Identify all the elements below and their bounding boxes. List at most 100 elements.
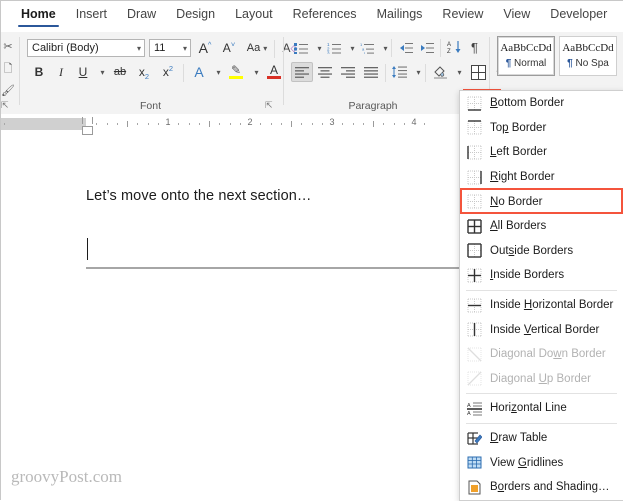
style-name: ¶ No Spa — [567, 58, 609, 69]
menu-item-borders-and-shading[interactable]: Borders and Shading… — [460, 475, 623, 500]
grow-font-button[interactable]: A ^ — [195, 38, 215, 58]
tab-review[interactable]: Review — [432, 1, 493, 26]
border-left-icon — [467, 145, 482, 160]
menu-item-top-border[interactable]: Top Border — [460, 116, 623, 141]
italic-button[interactable]: I — [51, 62, 71, 82]
ruler-tick — [157, 123, 159, 125]
format-painter-icon[interactable]: 🖌 — [1, 84, 15, 98]
tab-draw[interactable]: Draw — [117, 1, 166, 26]
menu-item-inside-horizontal-border[interactable]: Inside Horizontal Border — [460, 293, 623, 318]
ruler-left-margin — [1, 118, 86, 130]
ruler-number: 3 — [329, 117, 335, 127]
menu-item-no-border[interactable]: No Border — [460, 189, 623, 214]
ruler-tick — [127, 121, 128, 127]
menu-item-view-gridlines[interactable]: View Gridlines — [460, 450, 623, 475]
align-left-button[interactable] — [291, 62, 313, 82]
tab-design[interactable]: Design — [166, 1, 225, 26]
font-size-box[interactable]: 11 ▾ — [149, 39, 191, 57]
border-bottom-icon — [467, 96, 482, 111]
tab-home[interactable]: Home — [11, 1, 66, 27]
left-indent-marker[interactable] — [82, 126, 93, 135]
numbering-button[interactable]: 123 — [324, 38, 344, 58]
ruler-tick — [280, 123, 282, 125]
cut-icon[interactable]: ✂ — [1, 40, 15, 54]
menu-item-bottom-border[interactable]: Bottom Border — [460, 91, 623, 116]
tab-references[interactable]: References — [283, 1, 367, 26]
tab-view[interactable]: View — [493, 1, 540, 26]
style-tile-normal[interactable]: AaBbCcDd ¶ Normal — [497, 36, 555, 76]
clipboard-dialog-launcher[interactable]: ⇱ — [1, 100, 12, 111]
strikethrough-button[interactable]: ab — [109, 62, 131, 82]
increase-indent-button[interactable] — [417, 38, 437, 58]
menu-item-label: Outside Borders — [490, 244, 574, 257]
justify-button[interactable] — [360, 62, 382, 82]
ruler-tick — [198, 123, 200, 125]
menu-item-inside-vertical-border[interactable]: Inside Vertical Border — [460, 317, 623, 342]
menu-item-horizontal-line[interactable]: A A Horizontal Line — [460, 396, 623, 421]
superscript-button[interactable]: x2 — [157, 62, 179, 82]
menu-item-label: Top Border — [490, 121, 547, 134]
tab-insert[interactable]: Insert — [66, 1, 117, 26]
svg-text:3: 3 — [327, 51, 330, 54]
ruler-tick — [178, 123, 180, 125]
subscript-button[interactable]: x2 — [133, 62, 155, 82]
bullets-button[interactable] — [291, 38, 311, 58]
tab-mailings[interactable]: Mailings — [367, 1, 433, 26]
menu-item-left-border[interactable]: Left Border — [460, 140, 623, 165]
text-effects-button[interactable]: A — [189, 62, 209, 82]
font-name-box[interactable]: Calibri (Body) ▾ — [27, 39, 145, 57]
ruler-tick — [188, 123, 190, 125]
shrink-font-button[interactable]: A ˅ — [219, 38, 239, 58]
bold-button[interactable]: B — [29, 62, 49, 82]
tab-layout[interactable]: Layout — [225, 1, 283, 26]
font-color-button[interactable]: A — [263, 62, 285, 82]
menu-item-label: Inside Horizontal Border — [490, 299, 614, 312]
copy-icon[interactable]: 🗋 — [1, 62, 15, 76]
line-spacing-button[interactable] — [389, 62, 409, 82]
menu-item-label: Left Border — [490, 146, 547, 159]
style-tile-no-spacing[interactable]: AaBbCcDd ¶ No Spa — [559, 36, 617, 76]
ruler-number: 1 — [165, 117, 171, 127]
group-separator — [283, 37, 284, 105]
ruler-tick — [137, 123, 139, 125]
first-line-indent-marker[interactable] — [82, 117, 93, 124]
multilevel-list-dropdown-arrow[interactable]: ▾ — [376, 38, 395, 58]
borders-button[interactable] — [467, 61, 489, 83]
decrease-indent-button[interactable] — [396, 38, 416, 58]
draw-table-icon — [467, 431, 483, 446]
bold-label: B — [34, 65, 44, 79]
ruler-tick — [311, 123, 313, 125]
multilevel-list-button[interactable]: 1ai — [357, 38, 377, 58]
show-formatting-marks-button[interactable]: ¶ — [465, 37, 484, 57]
ruler-tick — [147, 123, 149, 125]
change-case-button[interactable]: Aa ▾ — [243, 38, 271, 58]
menu-item-all-borders[interactable]: All Borders — [460, 214, 623, 239]
tab-developer[interactable]: Developer — [540, 1, 617, 26]
ruler-tick — [362, 123, 364, 125]
align-center-button[interactable] — [314, 62, 336, 82]
border-all-icon — [467, 219, 482, 234]
shading-button[interactable] — [430, 62, 450, 82]
text-highlight-button[interactable]: ✎ — [225, 62, 247, 82]
align-right-button[interactable] — [337, 62, 359, 82]
text-caret — [87, 238, 89, 260]
menu-item-right-border[interactable]: Right Border — [460, 165, 623, 190]
font-color-label: A — [269, 63, 278, 77]
borders-dropdown-menu[interactable]: Bottom Border Top Border Left Border Right … — [459, 90, 623, 501]
menu-item-inside-borders[interactable]: Inside Borders — [460, 263, 623, 288]
sort-button[interactable]: AZ — [444, 37, 464, 57]
tab-help[interactable]: Help — [617, 1, 623, 26]
font-dialog-launcher[interactable]: ⇱ — [265, 100, 276, 111]
style-name: ¶ Normal — [505, 58, 547, 69]
ruler-tick — [424, 123, 426, 125]
menu-item-draw-table[interactable]: Draw Table — [460, 426, 623, 451]
ruler-tick — [291, 121, 292, 127]
menu-item-label: Diagonal Down Border — [490, 348, 606, 361]
underline-button[interactable]: U — [73, 62, 93, 82]
menu-item-outside-borders[interactable]: Outside Borders — [460, 239, 623, 264]
grow-font-label: A — [198, 40, 208, 56]
italic-label: I — [59, 64, 63, 79]
strikethrough-label: ab — [113, 66, 127, 78]
text-effects-label: A — [194, 64, 204, 80]
watermark: groovyPost.com — [11, 467, 122, 486]
